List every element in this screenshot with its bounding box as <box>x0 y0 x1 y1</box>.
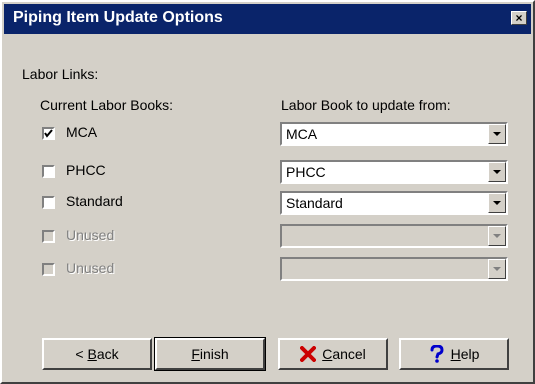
finish-button[interactable]: Finish <box>154 337 266 371</box>
row-label-phcc: PHCC <box>66 162 106 178</box>
dialog-window: Piping Item Update Options × Labor Links… <box>0 0 535 384</box>
checkbox-mca[interactable] <box>42 127 55 140</box>
checkbox-standard[interactable] <box>42 196 55 209</box>
combo-value: PHCC <box>286 164 326 180</box>
question-icon <box>429 345 445 363</box>
close-button[interactable]: × <box>511 11 527 25</box>
chevron-down-icon <box>493 170 501 174</box>
row-label-unused-2: Unused <box>66 260 115 276</box>
combo-unused-2 <box>280 257 508 281</box>
row-label-standard: Standard <box>66 193 123 209</box>
finish-rest: inish <box>199 346 229 362</box>
finish-mnemonic: F <box>191 346 200 362</box>
chevron-down-icon <box>493 234 501 238</box>
help-button[interactable]: Help <box>399 338 509 370</box>
cancel-button[interactable]: Cancel <box>278 338 388 370</box>
cancel-rest: ancel <box>332 346 366 362</box>
update-from-header: Labor Book to update from: <box>281 97 451 113</box>
window-title: Piping Item Update Options <box>13 9 223 26</box>
row-label-mca: MCA <box>66 124 98 140</box>
chevron-down-icon <box>493 201 501 205</box>
combo-standard[interactable]: Standard <box>280 191 508 215</box>
combo-value: Standard <box>286 195 343 211</box>
dropdown-arrow-button <box>488 259 506 279</box>
dropdown-arrow-button[interactable] <box>488 162 506 182</box>
chevron-down-icon <box>493 132 501 136</box>
dropdown-arrow-button <box>488 226 506 246</box>
row-label-unused-1: Unused <box>66 227 115 243</box>
combo-value: MCA <box>286 126 318 142</box>
back-rest: ack <box>96 346 119 362</box>
current-labor-books-header: Current Labor Books: <box>40 97 174 113</box>
title-bar[interactable]: Piping Item Update Options × <box>4 4 531 34</box>
checkbox-phcc[interactable] <box>42 165 55 178</box>
combo-unused-1 <box>280 224 508 248</box>
dropdown-arrow-button[interactable] <box>488 124 506 144</box>
x-icon <box>300 346 317 362</box>
dropdown-arrow-button[interactable] <box>488 193 506 213</box>
checkbox-unused-2 <box>42 263 55 276</box>
combo-phcc[interactable]: PHCC <box>280 160 508 184</box>
cancel-mnemonic: C <box>322 346 333 362</box>
combo-mca[interactable]: MCA <box>280 122 508 146</box>
checkmark-icon <box>44 129 53 138</box>
back-mnemonic: B <box>87 346 97 362</box>
help-mnemonic: H <box>450 346 461 362</box>
checkbox-unused-1 <box>42 230 55 243</box>
help-rest: elp <box>460 346 480 362</box>
chevron-down-icon <box>493 267 501 271</box>
back-prefix: < <box>75 346 88 362</box>
back-button[interactable]: < Back <box>42 338 152 370</box>
labor-links-label: Labor Links: <box>22 66 99 82</box>
